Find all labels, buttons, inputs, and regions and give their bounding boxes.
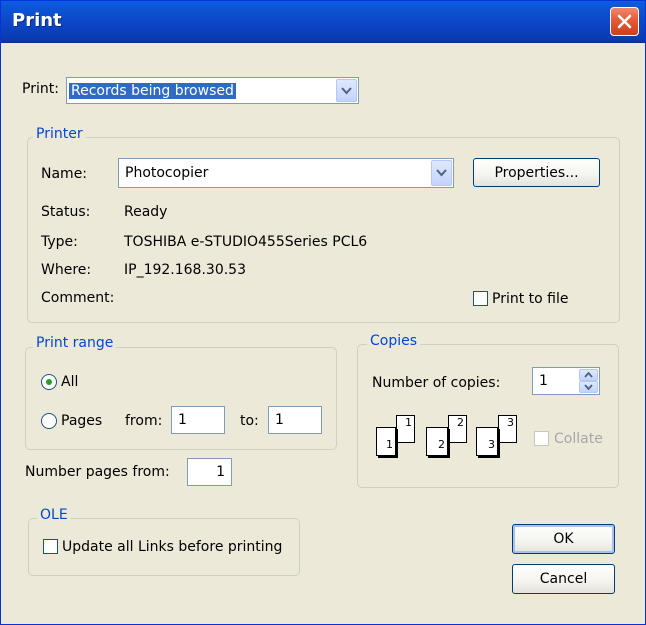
print-range-group-title: Print range xyxy=(33,335,117,351)
print-to-file-label[interactable]: Print to file xyxy=(492,291,568,307)
print-range-all-label[interactable]: All xyxy=(61,374,78,390)
page-back: 1 xyxy=(396,415,415,443)
from-page-value: 1 xyxy=(178,412,187,428)
where-label: Where: xyxy=(41,262,92,278)
copies-group-title: Copies xyxy=(367,333,421,349)
number-of-copies-label: Number of copies: xyxy=(372,375,501,391)
page-back: 3 xyxy=(498,415,517,443)
number-pages-from-label: Number pages from: xyxy=(25,464,170,480)
print-range-all-radio[interactable] xyxy=(41,374,57,390)
cancel-button[interactable]: Cancel xyxy=(512,564,615,594)
page-front: 3 xyxy=(476,427,498,456)
printer-name-select[interactable]: Photocopier xyxy=(118,158,454,188)
type-value: TOSHIBA e-STUDIO455Series PCL6 xyxy=(124,234,368,250)
collate-checkbox[interactable] xyxy=(534,431,549,446)
number-pages-from-value: 1 xyxy=(216,464,225,480)
printer-name-label: Name: xyxy=(41,166,88,182)
collate-pages-icon-3: 3 3 xyxy=(476,415,520,457)
collate-label[interactable]: Collate xyxy=(554,431,603,447)
window-title: Print xyxy=(12,10,62,31)
collate-pages-icon-2: 2 2 xyxy=(426,415,470,457)
print-what-select[interactable]: Records being browsed xyxy=(66,77,359,104)
printer-group-title: Printer xyxy=(33,126,86,142)
close-icon xyxy=(617,14,632,29)
print-range-group xyxy=(25,347,337,450)
update-links-checkbox[interactable] xyxy=(43,539,58,554)
to-label: to: xyxy=(240,413,259,429)
ok-button[interactable]: OK xyxy=(512,524,615,554)
to-page-value: 1 xyxy=(275,412,284,428)
comment-label: Comment: xyxy=(41,290,115,306)
print-to-file-checkbox[interactable] xyxy=(473,291,488,306)
from-label: from: xyxy=(125,413,163,429)
spin-down-icon[interactable] xyxy=(579,381,598,393)
spin-up-icon[interactable] xyxy=(579,369,598,381)
radio-selected-dot xyxy=(46,379,52,385)
printer-name-value: Photocopier xyxy=(125,165,209,181)
print-dialog: Print Print: Records being browsed Print… xyxy=(0,0,646,625)
print-what-value: Records being browsed xyxy=(69,82,236,99)
chevron-down-icon[interactable] xyxy=(431,160,452,186)
page-front: 2 xyxy=(426,427,448,456)
number-pages-from-input[interactable]: 1 xyxy=(187,458,232,486)
status-label: Status: xyxy=(41,204,91,220)
status-value: Ready xyxy=(124,204,168,220)
collate-pages-icon-1: 1 1 xyxy=(376,415,418,457)
page-back: 2 xyxy=(448,415,467,443)
ole-group-title: OLE xyxy=(37,507,71,523)
print-range-pages-radio[interactable] xyxy=(41,413,57,429)
where-value: IP_192.168.30.53 xyxy=(124,262,246,278)
to-page-input[interactable]: 1 xyxy=(268,406,322,434)
type-label: Type: xyxy=(41,234,78,250)
title-bar[interactable]: Print xyxy=(1,1,645,43)
update-links-label[interactable]: Update all Links before printing xyxy=(62,539,282,555)
properties-button[interactable]: Properties... xyxy=(473,158,600,187)
print-what-label: Print: xyxy=(22,81,59,97)
close-button[interactable] xyxy=(610,7,639,36)
chevron-down-icon[interactable] xyxy=(336,79,357,102)
page-front: 1 xyxy=(376,427,396,456)
number-of-copies-value: 1 xyxy=(539,373,548,389)
print-range-pages-label[interactable]: Pages xyxy=(61,413,102,429)
number-of-copies-stepper[interactable]: 1 xyxy=(532,367,600,395)
from-page-input[interactable]: 1 xyxy=(171,406,225,434)
